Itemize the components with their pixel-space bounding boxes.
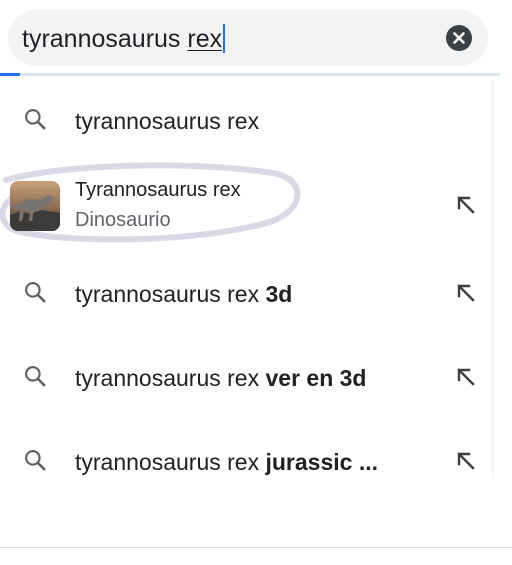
suggestion-row[interactable]: tyrannosaurus rex jurassic ... [0,430,500,494]
suggestion-text: tyrannosaurus rex jurassic ... [75,449,378,476]
suggestion-row[interactable]: tyrannosaurus rex [0,90,500,154]
loading-progress-fill [0,73,20,76]
suggestion-base: tyrannosaurus rex [75,449,266,475]
suggestion-completion: 3d [265,281,293,307]
search-icon [25,282,46,303]
arrow-up-left-icon[interactable] [455,282,477,309]
search-input[interactable]: tyrannosaurus rex [22,24,226,54]
suggestion-base: tyrannosaurus rex [75,365,266,391]
loading-progress-bar [0,73,500,76]
bottom-divider [0,547,512,548]
search-query-text: tyrannosaurus [22,25,188,53]
close-icon[interactable] [446,25,472,51]
suggestion-text: tyrannosaurus rex ver en 3d [75,365,366,392]
search-query-composing: rex [187,25,223,53]
search-icon [25,366,46,387]
text-caret [223,24,226,53]
suggestion-base: tyrannosaurus rex [75,108,260,134]
suggestion-completion: jurassic ... [265,449,378,475]
suggestion-entity-title: Tyrannosaurus rex [75,179,241,201]
suggestion-text: tyrannosaurus rex [75,108,259,135]
suggestion-completion: ver en 3d [265,365,367,391]
search-icon [25,109,46,130]
arrow-up-left-icon[interactable] [455,450,477,477]
suggestion-text: tyrannosaurus rex 3d [75,281,292,308]
dinosaur-thumbnail [10,181,60,231]
arrow-up-left-icon[interactable] [455,366,477,393]
suggestion-row-entity[interactable] [0,158,500,248]
suggestion-base: tyrannosaurus rex [75,281,266,307]
suggestion-entity-subtitle: Dinosaurio [75,209,171,231]
suggestion-row[interactable]: tyrannosaurus rex ver en 3d [0,346,500,410]
search-icon [25,450,46,471]
search-bar[interactable]: tyrannosaurus rex [8,10,488,66]
suggestion-row[interactable]: tyrannosaurus rex 3d [0,262,500,326]
arrow-up-left-icon[interactable] [455,194,477,221]
